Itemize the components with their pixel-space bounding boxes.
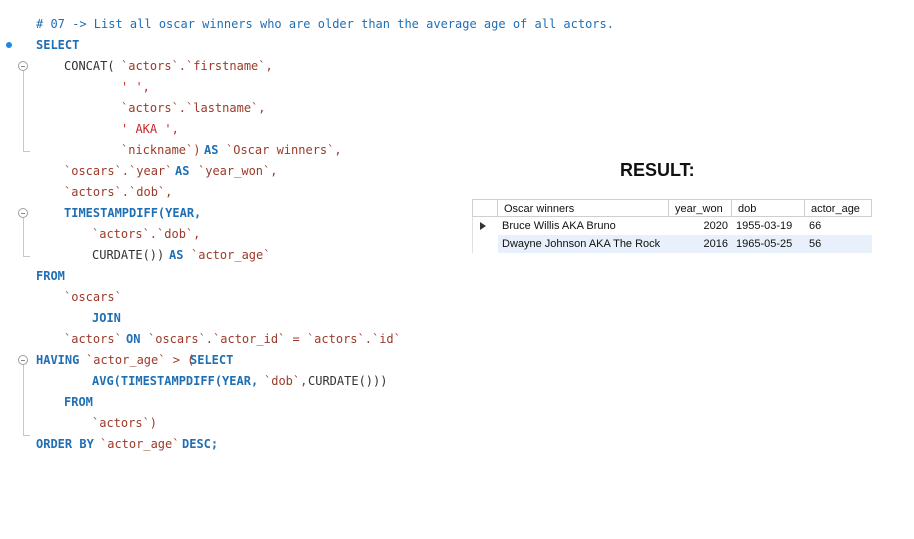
code-line: `oscars` <box>0 287 122 308</box>
cell-oscar-winners[interactable]: Dwayne Johnson AKA The Rock <box>498 235 669 253</box>
identifier: `Oscar winners`, <box>226 143 342 157</box>
result-title: RESULT: <box>620 160 695 180</box>
code-line: `actors`.`dob`, <box>0 182 172 203</box>
keyword-as: AS <box>175 164 190 178</box>
table-row[interactable]: Dwayne Johnson AKA The Rock 2016 1965-05… <box>472 235 872 253</box>
identifier: `dob`, <box>264 374 308 388</box>
cell-actor-age[interactable]: 66 <box>805 217 872 235</box>
grid-header-row: Oscar winners year_won dob actor_age <box>472 199 872 217</box>
keyword-desc: DESC; <box>182 437 219 451</box>
code-line: `actors`.`lastname`, <box>0 98 266 119</box>
code-line: `nickname`) AS `Oscar winners`, <box>0 140 342 161</box>
identifier: `oscars`.`year` <box>64 164 173 178</box>
identifier: `year_won`, <box>198 164 278 178</box>
keyword-as: AS <box>169 248 184 262</box>
column-header-year-won[interactable]: year_won <box>669 199 732 217</box>
keyword-select: SELECT <box>36 38 80 52</box>
code-line: TIMESTAMPDIFF(YEAR, <box>0 203 201 224</box>
row-selector[interactable] <box>472 235 498 253</box>
code-line: `actors`.`dob`, <box>0 224 200 245</box>
function-timestampdiff: TIMESTAMPDIFF(YEAR, <box>64 206 202 220</box>
keyword-from: FROM <box>64 395 93 409</box>
keyword-join: JOIN <box>92 311 121 325</box>
cell-dob[interactable]: 1955-03-19 <box>732 217 805 235</box>
function-curdate: CURDATE()) <box>92 248 165 262</box>
result-grid[interactable]: Oscar winners year_won dob actor_age Bru… <box>472 199 872 253</box>
current-row-arrow-icon <box>480 222 486 230</box>
code-line: `actors` ON `oscars`.`actor_id` = `actor… <box>0 329 401 350</box>
identifier: `actors`.`lastname`, <box>121 101 266 115</box>
keyword-on: ON <box>126 332 141 346</box>
grid-left-border <box>472 217 473 253</box>
cell-year-won[interactable]: 2016 <box>669 235 732 253</box>
code-line: JOIN <box>0 308 121 329</box>
cell-oscar-winners[interactable]: Bruce Willis AKA Bruno <box>498 217 669 235</box>
cell-year-won[interactable]: 2020 <box>669 217 732 235</box>
cell-actor-age[interactable]: 56 <box>805 235 872 253</box>
identifier: `actors`.`firstname`, <box>121 59 273 73</box>
identifier: `actors`.`dob`, <box>64 185 173 199</box>
keyword-as: AS <box>204 143 219 157</box>
keyword-from: FROM <box>36 269 65 283</box>
identifier: `nickname`) <box>121 143 201 157</box>
string-literal: ' ', <box>121 80 150 94</box>
function-curdate: CURDATE())) <box>308 374 388 388</box>
identifier: `actor_age` > ( <box>86 353 195 367</box>
row-selector-header[interactable] <box>472 199 498 217</box>
code-line: `actors`) <box>0 413 157 434</box>
code-line: ' AKA ', <box>0 119 179 140</box>
code-line: `oscars`.`year` AS `year_won`, <box>0 161 277 182</box>
code-line: # 07 -> List all oscar winners who are o… <box>0 14 614 35</box>
identifier: `actor_age` <box>191 248 271 262</box>
column-header-oscar-winners[interactable]: Oscar winners <box>498 199 669 217</box>
code-line: FROM <box>0 392 93 413</box>
identifier: `actors`.`dob`, <box>92 227 201 241</box>
identifier: `actor_age` <box>100 437 180 451</box>
function-concat: CONCAT( <box>64 59 115 73</box>
identifier: `oscars` <box>64 290 122 304</box>
identifier: `actors`) <box>92 416 158 430</box>
code-line: CONCAT( `actors`.`firstname`, <box>0 56 273 77</box>
keyword-select: SELECT <box>190 353 234 367</box>
cell-dob[interactable]: 1965-05-25 <box>732 235 805 253</box>
sql-comment: # 07 -> List all oscar winners who are o… <box>36 17 614 31</box>
keyword-having: HAVING <box>36 353 80 367</box>
code-line: FROM <box>0 266 65 287</box>
code-line: ORDER BY `actor_age` DESC; <box>0 434 218 455</box>
table-row[interactable]: Bruce Willis AKA Bruno 2020 1955-03-19 6… <box>472 217 872 235</box>
keyword-order-by: ORDER BY <box>36 437 94 451</box>
column-header-actor-age[interactable]: actor_age <box>805 199 872 217</box>
code-line: AVG(TIMESTAMPDIFF(YEAR, `dob`, CURDATE()… <box>0 371 387 392</box>
code-line: ' ', <box>0 77 150 98</box>
identifier: `oscars`.`actor_id` = `actors`.`id` <box>148 332 401 346</box>
code-line: HAVING `actor_age` > ( SELECT <box>0 350 233 371</box>
column-header-dob[interactable]: dob <box>732 199 805 217</box>
identifier: `actors` <box>64 332 122 346</box>
code-line: CURDATE()) AS `actor_age` <box>0 245 270 266</box>
function-avg: AVG(TIMESTAMPDIFF(YEAR, <box>92 374 259 388</box>
string-literal: ' AKA ', <box>121 122 179 136</box>
code-line: SELECT <box>0 35 79 56</box>
row-selector[interactable] <box>472 217 498 235</box>
